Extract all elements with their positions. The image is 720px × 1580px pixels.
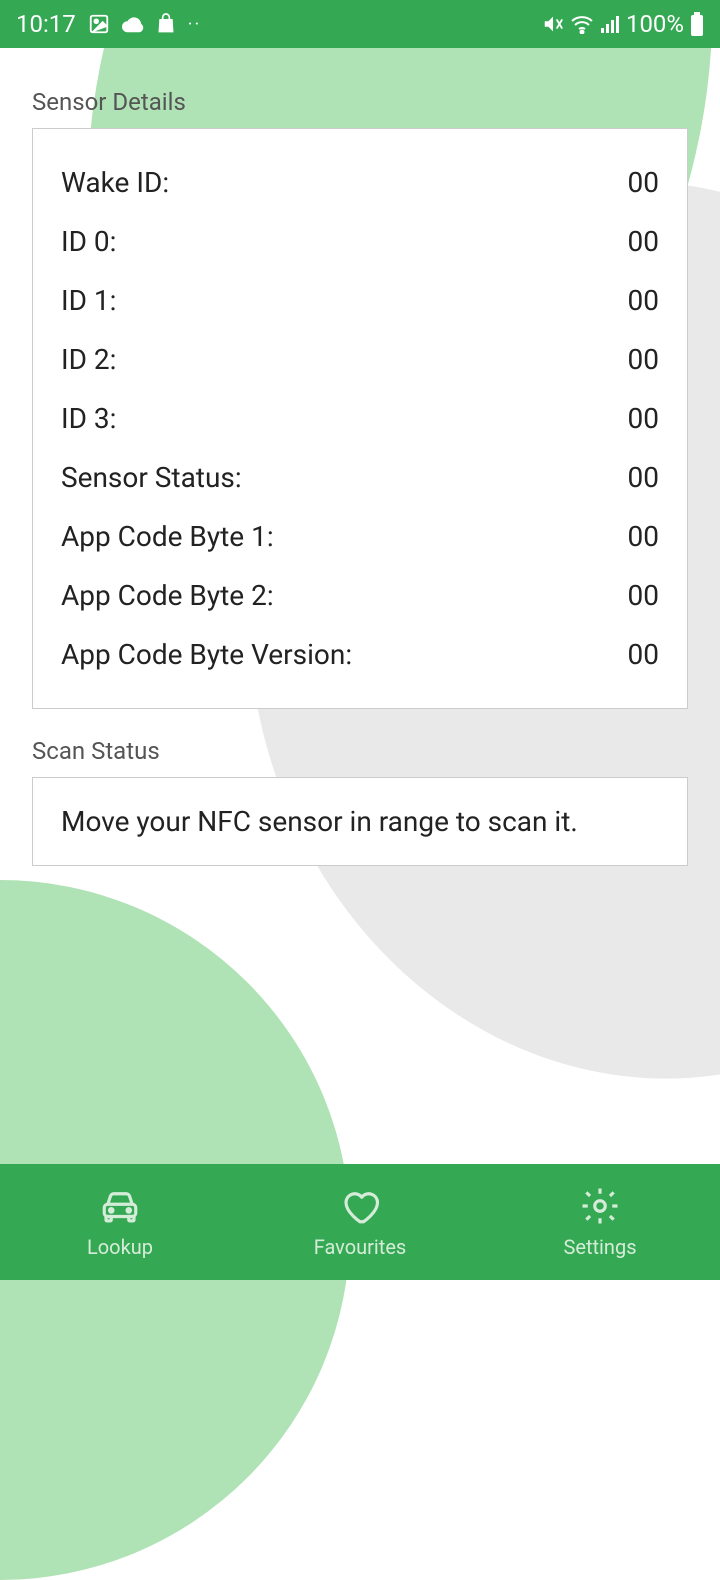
row-label: ID 1: (61, 284, 116, 317)
row-label: ID 2: (61, 343, 116, 376)
row-id2: ID 2: 00 (61, 330, 659, 389)
wifi-icon (570, 14, 594, 34)
row-value: 00 (628, 638, 659, 671)
row-id3: ID 3: 00 (61, 389, 659, 448)
row-app-code-byte-2: App Code Byte 2: 00 (61, 566, 659, 625)
signal-icon (600, 14, 620, 34)
bottom-nav: Lookup Favourites Settings (0, 1164, 720, 1280)
status-bar: 10:17 ·· 100% (0, 0, 720, 48)
row-label: ID 0: (61, 225, 116, 258)
row-value: 00 (628, 343, 659, 376)
row-label: ID 3: (61, 402, 116, 435)
row-value: 00 (628, 166, 659, 199)
nav-settings[interactable]: Settings (480, 1164, 720, 1280)
mute-icon (542, 13, 564, 35)
sensor-details-label: Sensor Details (32, 88, 688, 116)
sensor-details-card: Wake ID: 00 ID 0: 00 ID 1: 00 ID 2: 00 I… (32, 128, 688, 709)
row-id0: ID 0: 00 (61, 212, 659, 271)
bag-icon (156, 13, 176, 35)
scan-status-label: Scan Status (32, 737, 688, 765)
cloud-icon (122, 15, 144, 33)
nav-label: Settings (563, 1235, 636, 1259)
scan-status-message: Move your NFC sensor in range to scan it… (61, 802, 659, 841)
row-value: 00 (628, 284, 659, 317)
row-label: App Code Byte 2: (61, 579, 274, 612)
row-app-code-byte-version: App Code Byte Version: 00 (61, 625, 659, 684)
more-icon: ·· (188, 14, 201, 35)
row-wake-id: Wake ID: 00 (61, 153, 659, 212)
nav-label: Lookup (87, 1235, 153, 1259)
row-value: 00 (628, 579, 659, 612)
row-label: App Code Byte Version: (61, 638, 352, 671)
car-icon (99, 1185, 141, 1227)
row-app-code-byte-1: App Code Byte 1: 00 (61, 507, 659, 566)
row-sensor-status: Sensor Status: 00 (61, 448, 659, 507)
battery-icon (690, 12, 704, 36)
heart-icon (339, 1185, 381, 1227)
status-time: 10:17 (16, 10, 76, 38)
row-value: 00 (628, 402, 659, 435)
row-label: App Code Byte 1: (61, 520, 274, 553)
nav-favourites[interactable]: Favourites (240, 1164, 480, 1280)
row-value: 00 (628, 520, 659, 553)
row-label: Sensor Status: (61, 461, 242, 494)
row-label: Wake ID: (61, 166, 169, 199)
row-value: 00 (628, 225, 659, 258)
nav-label: Favourites (314, 1235, 407, 1259)
row-id1: ID 1: 00 (61, 271, 659, 330)
gear-icon (579, 1185, 621, 1227)
status-left: 10:17 ·· (16, 10, 201, 38)
row-value: 00 (628, 461, 659, 494)
nav-lookup[interactable]: Lookup (0, 1164, 240, 1280)
scan-status-card: Move your NFC sensor in range to scan it… (32, 777, 688, 866)
status-right: 100% (542, 10, 704, 38)
main-content: Sensor Details Wake ID: 00 ID 0: 00 ID 1… (0, 48, 720, 886)
picture-icon (88, 13, 110, 35)
battery-percent: 100% (626, 10, 684, 38)
